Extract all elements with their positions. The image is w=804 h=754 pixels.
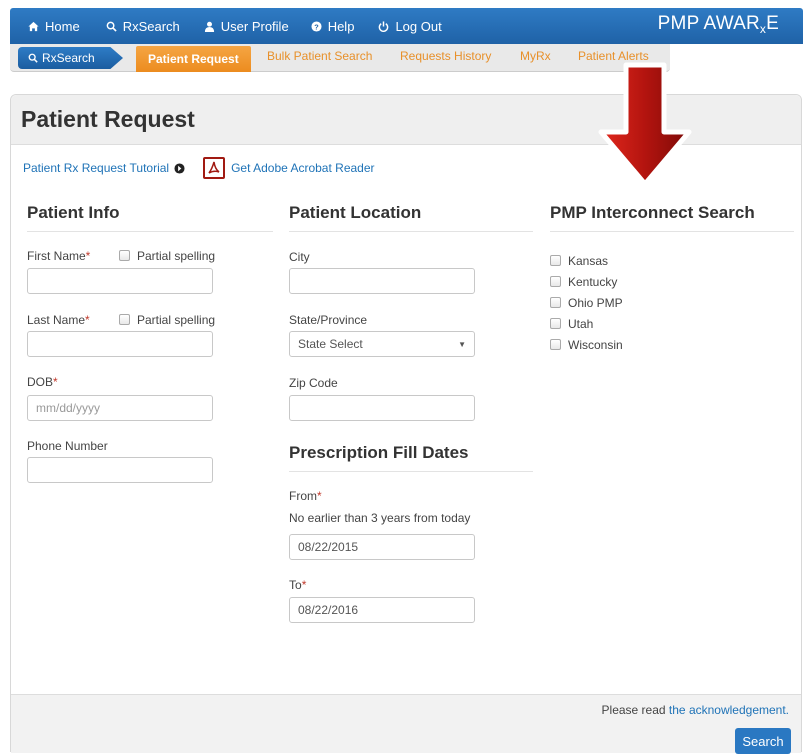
tab-requests-history[interactable]: Requests History [400,49,491,63]
fill-dates-title: Prescription Fill Dates [289,443,533,472]
first-name-input[interactable] [27,268,213,294]
rxsearch-pill-label: RxSearch [42,51,95,65]
last-name-input[interactable] [27,331,213,357]
acrobat-link[interactable]: Get Adobe Acrobat Reader [231,161,374,175]
nav-user-profile-label: User Profile [220,18,289,34]
nav-user-profile[interactable]: User Profile [204,19,289,34]
state-checkbox-kansas[interactable]: Kansas [550,254,623,275]
fill-dates-section: Prescription Fill Dates [289,443,533,472]
zip-code-label: Zip Code [289,376,338,390]
state-checkbox-wisconsin[interactable]: Wisconsin [550,338,623,359]
nav-home[interactable]: Home [28,19,80,34]
first-name-label: First Name* [27,249,91,263]
tab-bulk-patient-search[interactable]: Bulk Patient Search [267,49,372,63]
nav-rxsearch[interactable]: RxSearch [106,19,180,34]
interconnect-section: PMP Interconnect Search [550,203,794,232]
interconnect-state-list: Kansas Kentucky Ohio PMP Utah Wisconsin [550,254,623,359]
nav-help-label: Help [327,18,355,34]
acknowledgement-link[interactable]: the acknowledgement. [669,703,789,717]
last-name-label: Last Name* [27,313,90,327]
tab-patient-request[interactable]: Patient Request [136,46,251,72]
nav-logout[interactable]: Log Out [378,18,442,34]
sub-nav-bar: RxSearch Patient Request Bulk Patient Se… [10,44,670,72]
checkbox-icon[interactable] [550,255,561,266]
dob-label: DOB* [27,375,58,389]
caret-down-icon: ▼ [458,340,466,349]
patient-info-section: Patient Info [27,203,273,232]
from-label: From* [289,489,322,503]
phone-number-label: Phone Number [27,439,108,453]
state-checkbox-kentucky[interactable]: Kentucky [550,275,623,296]
interconnect-title: PMP Interconnect Search [550,203,794,232]
checkbox-icon[interactable] [119,250,130,261]
top-nav-bar: Home RxSearch User Profile ? Help Log Ou… [10,8,803,44]
last-name-partial-checkbox[interactable]: Partial spelling [119,313,215,327]
home-icon [28,21,39,31]
first-name-partial-checkbox[interactable]: Partial spelling [119,249,215,263]
from-date-input[interactable]: 08/22/2015 [289,534,475,560]
rxsearch-pill[interactable]: RxSearch [18,47,123,69]
state-checkbox-utah[interactable]: Utah [550,317,623,338]
checkbox-icon[interactable] [550,276,561,287]
state-select[interactable]: State Select ▼ [289,331,475,357]
phone-number-input[interactable] [27,457,213,483]
brand-logo: PMP AWARxE [657,13,779,36]
nav-rxsearch-label: RxSearch [122,18,180,34]
svg-text:?: ? [314,22,319,31]
state-select-value: State Select [298,337,363,351]
city-label: City [289,250,310,264]
checkbox-icon[interactable] [550,339,561,350]
state-checkbox-ohio-pmp[interactable]: Ohio PMP [550,296,623,317]
panel-footer: Please read the acknowledgement. Search [11,694,801,754]
checkbox-icon[interactable] [550,297,561,308]
city-input[interactable] [289,268,475,294]
help-links: Patient Rx Request Tutorial Get Adobe Ac… [23,157,375,179]
search-button[interactable]: Search [735,728,791,754]
tutorial-link[interactable]: Patient Rx Request Tutorial [23,161,169,175]
nav-help[interactable]: ? Help [311,18,355,34]
arrow-circle-icon[interactable] [174,162,185,174]
dob-input[interactable]: mm/dd/yyyy [27,395,213,421]
to-date-input[interactable]: 08/22/2016 [289,597,475,623]
zip-code-input[interactable] [289,395,475,421]
search-icon [28,53,38,63]
from-hint: No earlier than 3 years from today [289,511,471,525]
nav-home-label: Home [45,18,80,34]
checkbox-icon[interactable] [550,318,561,329]
search-icon [106,21,117,32]
nav-logout-label: Log Out [395,18,442,34]
help-icon: ? [311,20,322,32]
pdf-icon[interactable] [203,157,226,179]
patient-location-title: Patient Location [289,203,533,232]
to-label: To* [289,578,307,592]
red-down-arrow-icon [598,62,692,187]
patient-location-section: Patient Location [289,203,533,232]
state-province-label: State/Province [289,313,368,327]
acknowledgement-note: Please read the acknowledgement. [601,703,789,717]
tab-myrx[interactable]: MyRx [520,49,551,63]
patient-request-panel: Patient Request Patient Rx Request Tutor… [10,94,802,754]
power-icon [379,20,389,32]
patient-info-title: Patient Info [27,203,273,232]
user-icon [204,21,214,32]
checkbox-icon[interactable] [119,314,130,325]
